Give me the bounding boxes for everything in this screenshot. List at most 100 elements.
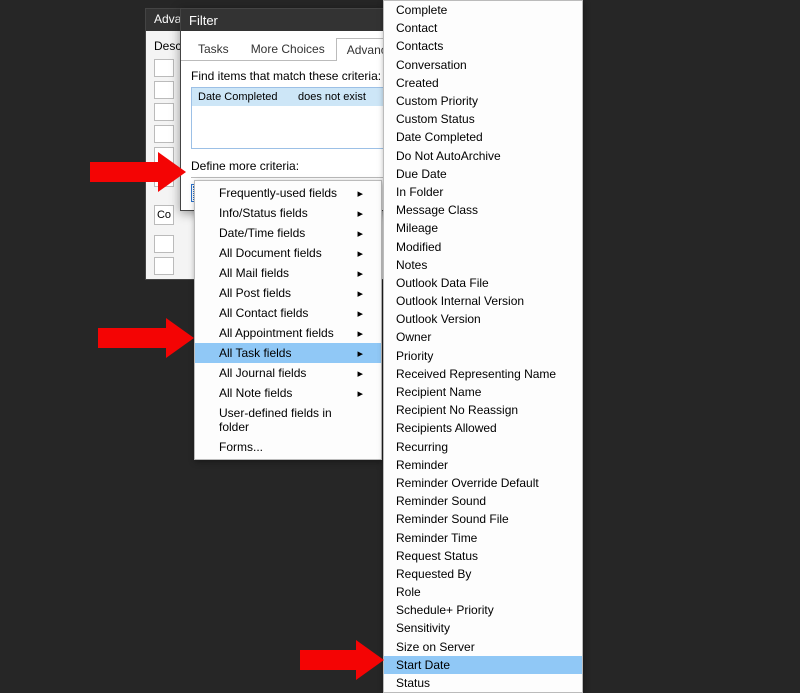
bg-cell (154, 125, 174, 143)
menu-item[interactable]: User-defined fields in folder (195, 403, 381, 437)
menu-item-label: Recurring (396, 440, 448, 454)
bg-cell (154, 257, 174, 275)
menu-item[interactable]: Owner (384, 328, 582, 346)
menu-item[interactable]: Modified (384, 237, 582, 255)
menu-item[interactable]: Schedule+ Priority (384, 601, 582, 619)
field-list-menu[interactable]: Complete Contact Contacts Conversation Creat… (383, 0, 583, 693)
menu-item[interactable]: Received Representing Name (384, 365, 582, 383)
menu-item-label: Recipient Name (396, 385, 481, 399)
menu-item[interactable]: Reminder Sound File (384, 510, 582, 528)
menu-item-label: Received Representing Name (396, 367, 556, 381)
menu-item[interactable]: Role (384, 583, 582, 601)
menu-item[interactable]: Frequently-used fields▸ (195, 183, 381, 203)
menu-item[interactable]: Requested By (384, 565, 582, 583)
tab-more-choices[interactable]: More Choices (240, 37, 336, 60)
menu-item-label: Modified (396, 240, 441, 254)
menu-item[interactable]: All Document fields ▸ (195, 243, 381, 263)
field-category-menu[interactable]: Frequently-used fields▸Info/Status field… (194, 180, 382, 460)
chevron-right-icon: ▸ (357, 207, 363, 220)
bg-cell (154, 81, 174, 99)
menu-item[interactable]: Request Status (384, 547, 582, 565)
menu-item-label: Priority (396, 349, 433, 363)
menu-item[interactable]: Contact (384, 19, 582, 37)
menu-item-label: Status (396, 676, 430, 690)
arrow-annotation (98, 318, 194, 358)
arrow-annotation (90, 152, 186, 192)
menu-item-label: In Folder (396, 185, 443, 199)
menu-item-label: Request Status (396, 549, 478, 563)
menu-item-label: Schedule+ Priority (396, 603, 494, 617)
menu-item[interactable]: All Journal fields▸ (195, 363, 381, 383)
menu-item[interactable]: Created (384, 74, 582, 92)
menu-item[interactable]: Status (384, 674, 582, 692)
menu-item[interactable]: Recipients Allowed (384, 419, 582, 437)
menu-item-label: Custom Priority (396, 94, 478, 108)
menu-item[interactable]: Custom Priority (384, 92, 582, 110)
menu-item-label: Contacts (396, 39, 443, 53)
menu-item-label: All Document fields (219, 246, 322, 260)
menu-item[interactable]: Conversation (384, 56, 582, 74)
menu-item[interactable]: Message Class (384, 201, 582, 219)
menu-item[interactable]: Reminder Override Default (384, 474, 582, 492)
menu-item[interactable]: Mileage (384, 219, 582, 237)
menu-item[interactable]: All Task fields ▸ (195, 343, 381, 363)
menu-item[interactable]: All Contact fields▸ (195, 303, 381, 323)
menu-item-label: All Note fields (219, 386, 292, 400)
menu-item[interactable]: Custom Status (384, 110, 582, 128)
menu-item[interactable]: Recipient Name (384, 383, 582, 401)
menu-item[interactable]: Due Date (384, 165, 582, 183)
menu-item-label: All Task fields (219, 346, 291, 360)
menu-item[interactable]: Size on Server (384, 638, 582, 656)
menu-item[interactable]: Notes (384, 256, 582, 274)
menu-item-label: Frequently-used fields (219, 186, 337, 200)
menu-item-label: Sensitivity (396, 621, 450, 635)
menu-item-label: Recipients Allowed (396, 421, 497, 435)
menu-item-label: Conversation (396, 58, 467, 72)
menu-item[interactable]: All Appointment fields▸ (195, 323, 381, 343)
menu-item[interactable]: Start Date (384, 656, 582, 674)
chevron-right-icon: ▸ (357, 307, 363, 320)
menu-item-label: Reminder Override Default (396, 476, 539, 490)
menu-item[interactable]: In Folder (384, 183, 582, 201)
menu-item[interactable]: Sensitivity (384, 619, 582, 637)
menu-item-label: Mileage (396, 221, 438, 235)
tab-tasks[interactable]: Tasks (187, 37, 240, 60)
menu-item[interactable]: Priority (384, 347, 582, 365)
bg-cell (154, 235, 174, 253)
menu-item[interactable]: Reminder Time (384, 528, 582, 546)
menu-item-label: Role (396, 585, 421, 599)
menu-item-label: Outlook Internal Version (396, 294, 524, 308)
menu-item-label: Forms... (219, 440, 263, 454)
menu-item[interactable]: Contacts (384, 37, 582, 55)
menu-item[interactable]: Reminder Sound (384, 492, 582, 510)
chevron-right-icon: ▸ (357, 327, 363, 340)
criteria-field: Date Completed (192, 88, 292, 106)
menu-item-label: Reminder (396, 458, 448, 472)
menu-item[interactable]: Outlook Version (384, 310, 582, 328)
chevron-right-icon: ▸ (357, 347, 363, 360)
menu-item[interactable]: Outlook Internal Version (384, 292, 582, 310)
menu-item[interactable]: All Mail fields ▸ (195, 263, 381, 283)
menu-item-label: Owner (396, 330, 431, 344)
menu-item-label: Contact (396, 21, 437, 35)
menu-item-label: Due Date (396, 167, 447, 181)
menu-item[interactable]: All Note fields▸ (195, 383, 381, 403)
menu-item[interactable]: Complete (384, 1, 582, 19)
menu-item[interactable]: Reminder (384, 456, 582, 474)
menu-item-label: Date/Time fields (219, 226, 305, 240)
menu-item[interactable]: Date Completed (384, 128, 582, 146)
menu-item-label: All Mail fields (219, 266, 289, 280)
menu-item[interactable]: Forms... (195, 437, 381, 457)
menu-item[interactable]: All Post fields▸ (195, 283, 381, 303)
menu-item[interactable]: Date/Time fields▸ (195, 223, 381, 243)
menu-item[interactable]: Info/Status fields▸ (195, 203, 381, 223)
chevron-right-icon: ▸ (357, 247, 363, 260)
menu-item[interactable]: Recurring (384, 438, 582, 456)
menu-item[interactable]: Outlook Data File (384, 274, 582, 292)
chevron-right-icon: ▸ (357, 267, 363, 280)
menu-item-label: Custom Status (396, 112, 475, 126)
arrow-annotation (300, 640, 384, 680)
menu-item-label: Complete (396, 3, 447, 17)
menu-item[interactable]: Recipient No Reassign (384, 401, 582, 419)
menu-item[interactable]: Do Not AutoArchive (384, 147, 582, 165)
